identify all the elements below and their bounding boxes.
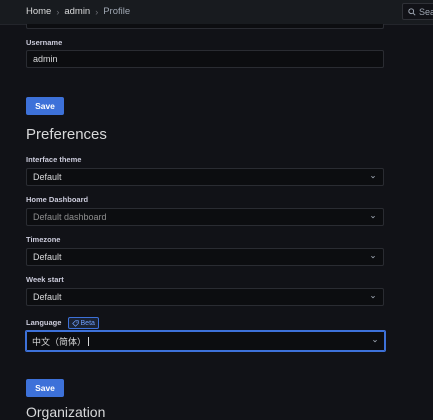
home-dashboard-label: Home Dashboard (26, 195, 89, 204)
breadcrumb-home[interactable]: Home (26, 6, 51, 17)
save-button-bottom[interactable]: Save (26, 379, 64, 397)
previous-field (26, 24, 384, 29)
timezone-value: Default (33, 252, 62, 262)
username-field[interactable]: admin (26, 50, 384, 68)
breadcrumb-admin[interactable]: admin (64, 6, 90, 17)
username-value: admin (33, 54, 58, 64)
timezone-select[interactable]: Default (26, 248, 384, 266)
text-cursor (88, 336, 90, 346)
beta-badge-label: Beta (80, 319, 95, 327)
language-label: Language Beta (26, 317, 99, 329)
chevron-down-icon (371, 255, 375, 259)
username-label: Username (26, 38, 63, 47)
week-start-select[interactable]: Default (26, 288, 384, 306)
language-value: 中文（简体） (32, 336, 87, 347)
top-bar: Home › admin › Profile Sea (0, 0, 433, 25)
tag-icon (71, 319, 79, 327)
breadcrumb-profile: Profile (103, 6, 131, 17)
search-placeholder: Sea (419, 6, 433, 17)
chevron-down-icon (371, 215, 375, 219)
timezone-label: Timezone (26, 235, 61, 244)
home-dashboard-select[interactable]: Default dashboard (26, 208, 384, 226)
chevron-down-icon (371, 175, 375, 179)
language-label-text: Language (26, 317, 62, 327)
language-select[interactable]: 中文（简体） (25, 330, 386, 352)
beta-badge: Beta (67, 317, 99, 329)
breadcrumb-separator-icon: › (95, 6, 99, 17)
interface-theme-value: Default (33, 172, 62, 182)
interface-theme-select[interactable]: Default (26, 168, 384, 186)
week-start-label: Week start (26, 275, 64, 284)
search-input[interactable]: Sea (402, 3, 433, 20)
chevron-down-icon (373, 339, 377, 343)
chevron-down-icon (371, 295, 375, 299)
week-start-value: Default (33, 292, 62, 302)
interface-theme-label: Interface theme (26, 155, 82, 164)
organization-title: Organization (26, 404, 106, 420)
search-icon (408, 7, 416, 16)
breadcrumb: Home › admin › Profile (26, 6, 130, 17)
home-dashboard-placeholder: Default dashboard (33, 212, 107, 222)
save-button[interactable]: Save (26, 97, 64, 115)
preferences-title: Preferences (26, 126, 107, 143)
breadcrumb-separator-icon: › (56, 6, 60, 17)
